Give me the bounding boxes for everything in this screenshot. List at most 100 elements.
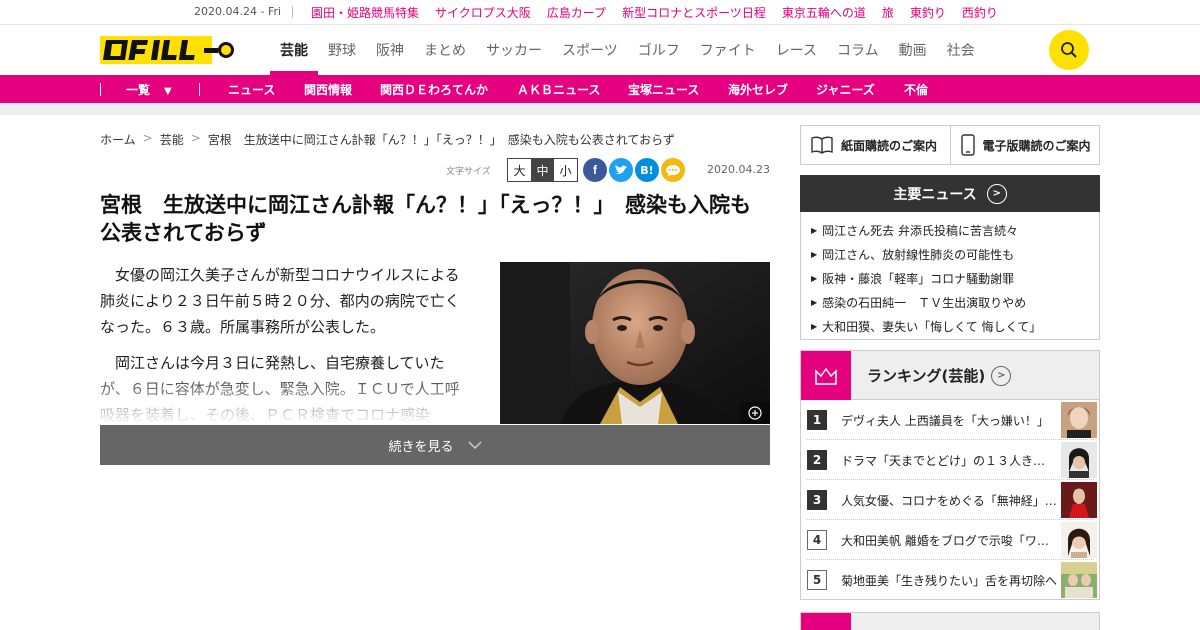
special-links: 園田・姫路競馬特集 サイクロプス大阪 広島カープ 新型コロナとスポーツ日程 東京… [311,4,1014,21]
digital-subscription-label: 電子版購読のご案内 [982,138,1091,153]
ranking-text: デヴィ夫人 上西議員を「大っ嫌い！」 [841,414,1049,428]
sub-nav-news[interactable]: ニュース [228,81,275,98]
top-utility-bar: 2020.04.24 - Fri 園田・姫路競馬特集 サイクロプス大阪 広島カー… [0,0,1200,25]
today-date: 2020.04.24 - Fri [194,5,282,18]
ranking-thumbnail [1061,442,1097,478]
chevron-right-circle-icon: > [986,183,1007,204]
sub-nav-list[interactable]: 一覧 ▼ [126,81,172,98]
main-news-text: 岡江さん死去 弁添氏投稿に苦言続々 [822,223,1018,238]
nav-baseball[interactable]: 野球 [318,25,366,75]
font-size-medium[interactable]: 中 [531,159,554,181]
rank-number: 3 [807,490,827,510]
special-link[interactable]: 東京五輪への道 [782,4,866,21]
facebook-icon: f [593,163,597,177]
article-title: 宮根 生放送中に岡江さん訃報「ん？！」「えっ？！」 感染も入院も公表されておらず [100,193,751,245]
ranking-text: 人気女優、コロナをめぐる「無神経」発言 [841,494,1057,508]
breadcrumb: ホーム > 芸能 > 宮根 生放送中に岡江さん訃報「ん？！」「えっ？！」 感染も… [100,131,675,148]
main-news-item[interactable]: ▶ 岡江さん死去 弁添氏投稿に苦言続々 [801,218,1099,242]
ranking-item[interactable]: 5 菊地亜美「生き残りたい」舌を再切除へ [807,560,1097,600]
nav-entertainment[interactable]: 芸能 [270,25,318,75]
nav-sports[interactable]: スポーツ [552,25,628,75]
sub-nav-akb[interactable]: ＡＫＢニュース [517,81,600,98]
special-link[interactable]: 西釣り [962,4,998,21]
main-news-item[interactable]: ▶ 大和田獏、妻失い「悔しくて 悔しくて」 [801,314,1099,338]
sub-nav-warotenka[interactable]: 関西ＤＥわろてんか [380,81,488,98]
ranking-item[interactable]: 1 デヴィ夫人 上西議員を「大っ嫌い！」 [807,400,1097,440]
nav-video[interactable]: 動画 [889,25,937,75]
ranking-text: 大和田美帆 離婚をブログで示唆「ワガママ [841,534,1057,548]
nav-column[interactable]: コラム [827,25,889,75]
article-photo[interactable] [500,262,770,424]
paper-subscription-button[interactable]: 紙面購読のご案内 [801,126,950,164]
main-news-item[interactable]: ▶ 阪神・藤浪「軽率」コロナ騒動謝罪 [801,266,1099,290]
ranking-thumbnail [1061,402,1097,438]
nav-soccer[interactable]: サッカー [476,25,552,75]
chevron-right-circle-icon: > [991,365,1012,386]
special-link[interactable]: 広島カープ [547,4,606,21]
zoom-in-icon [748,406,762,420]
ranking-item[interactable]: 3 人気女優、コロナをめぐる「無神経」発言 [807,480,1097,520]
triangle-right-icon: ▶ [811,321,818,331]
publish-date: 2020.04.23 [707,163,770,176]
hatena-bookmark-icon: B! [640,163,654,177]
text-fade-overlay [100,370,480,425]
sub-nav-affair[interactable]: 不倫 [904,81,928,98]
main-news-item[interactable]: ▶ 感染の石田純一 ＴＶ生出演取りやめ [801,290,1099,314]
special-link[interactable]: サイクロプス大阪 [435,4,531,21]
photo-zoom-button[interactable] [740,402,770,424]
search-button[interactable] [1049,30,1089,70]
sub-nav: 一覧 ▼ ニュース 関西情報 関西ＤＥわろてんか ＡＫＢニュース 宝塚ニュース 海… [0,75,1200,103]
crown-icon [801,351,851,400]
ranking-thumbnail [1061,482,1097,518]
special-link[interactable]: 旅 [882,4,894,21]
twitter-share-button[interactable] [609,158,633,182]
comment-button[interactable] [661,158,685,182]
triangle-right-icon: ▶ [811,249,818,259]
read-more-button[interactable]: 続きを見る [100,425,770,465]
special-link[interactable]: 園田・姫路競馬特集 [311,4,419,21]
breadcrumb-home[interactable]: ホーム [100,131,136,148]
main-news-header[interactable]: 主要ニュース > [800,175,1100,212]
ranking-header[interactable]: ランキング(芸能) > [800,350,1100,400]
article-paragraph: 女優の岡江久美子さんが新型コロナウイルスによる肺炎により２３日午前５時２０分、都… [100,266,460,336]
nav-race[interactable]: レース [766,25,827,75]
breadcrumb-category[interactable]: 芸能 [160,131,184,148]
main-news-item[interactable]: ▶ 岡江さん、放射線性肺炎の可能性も [801,242,1099,266]
nav-golf[interactable]: ゴルフ [628,25,690,75]
hatena-bookmark-button[interactable]: B! [635,158,659,182]
ranking-thumbnail [1061,562,1097,598]
facebook-share-button[interactable]: f [583,158,607,182]
font-size-large[interactable]: 大 [508,159,531,181]
paper-subscription-label: 紙面購読のご案内 [841,138,938,153]
nav-hanshin[interactable]: 阪神 [366,25,414,75]
nav-matome[interactable]: まとめ [414,25,476,75]
sub-nav-celeb[interactable]: 海外セレブ [728,81,788,98]
ranking-item[interactable]: 2 ドラマ「天までとどけ」の１３人きょうだい [807,440,1097,480]
sub-nav-kansai[interactable]: 関西情報 [304,81,352,98]
divider [199,83,200,96]
special-link[interactable]: 新型コロナとスポーツ日程 [622,4,766,21]
sub-nav-takarazuka[interactable]: 宝塚ニュース [628,81,699,98]
nav-fight[interactable]: ファイト [690,25,766,75]
site-logo[interactable] [100,34,240,66]
nav-society[interactable]: 社会 [937,25,985,75]
share-buttons: f B! [583,158,685,182]
digital-subscription-button[interactable]: 電子版購読のご案内 [949,126,1100,164]
search-icon [1061,42,1077,58]
special-link[interactable]: 東釣り [910,4,946,21]
chevron-down-icon [467,441,482,449]
main-news-text: 感染の石田純一 ＴＶ生出演取りやめ [822,295,1027,310]
sub-nav-johnnys[interactable]: ジャニーズ [816,81,875,98]
smartphone-icon [960,134,975,156]
section-icon-block [801,613,851,630]
ranking-title: ランキング(芸能) [867,367,986,385]
caret-down-icon: ▼ [164,86,172,97]
ranking-text: 菊地亜美「生き残りたい」舌を再切除へ [841,574,1057,588]
rank-number: 4 [807,530,827,550]
ranking-text: ドラマ「天までとどけ」の１３人きょうだい [841,454,1057,468]
divider [292,6,293,18]
font-size-small[interactable]: 小 [554,159,577,181]
next-section-header [800,612,1100,630]
ranking-item[interactable]: 4 大和田美帆 離婚をブログで示唆「ワガママ [807,520,1097,560]
rank-number: 1 [807,410,827,430]
